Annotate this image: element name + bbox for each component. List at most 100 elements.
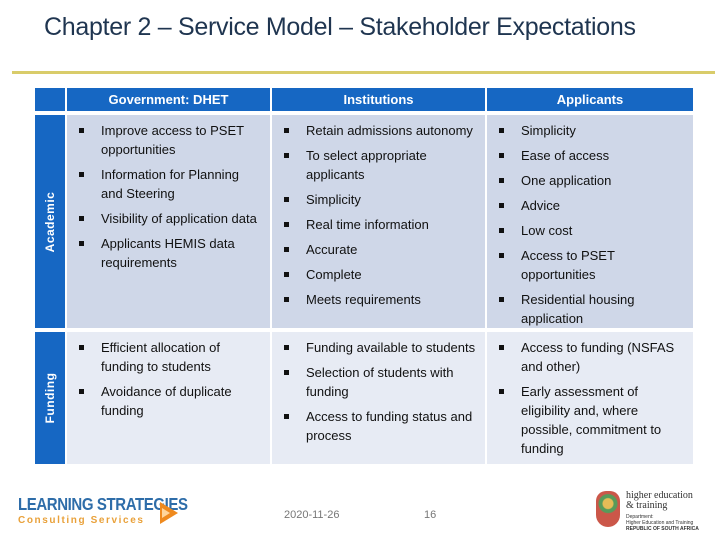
list-item: Early assessment of eligibility and, whe…	[487, 382, 687, 458]
bullet-list: Retain admissions autonomy To select appr…	[272, 121, 479, 309]
square-bullet-icon	[499, 253, 504, 258]
coat-of-arms-icon	[596, 491, 620, 527]
dhet-dept3: REPUBLIC OF SOUTH AFRICA	[626, 526, 699, 532]
square-bullet-icon	[284, 247, 289, 252]
list-item: Simplicity	[487, 121, 687, 140]
header-applicants: Applicants	[487, 88, 693, 111]
list-item-text: Complete	[306, 267, 362, 282]
bullet-list: Funding available to students Selection o…	[272, 338, 479, 445]
slide-title: Chapter 2 – Service Model – Stakeholder …	[44, 13, 636, 41]
list-item-text: Accurate	[306, 242, 358, 257]
cell-funding-institutions: Funding available to students Selection o…	[272, 332, 485, 464]
bullet-list: Access to funding (NSFAS and other) Early…	[487, 338, 687, 458]
list-item-text: Information for Planning and Steering	[101, 167, 240, 201]
list-item-text: Visibility of application data	[101, 211, 257, 226]
list-item-text: Funding available to students	[306, 340, 476, 355]
square-bullet-icon	[79, 389, 84, 394]
dhet-logo-text: higher education & training Department: …	[626, 491, 699, 533]
list-item-text: Access to PSET opportunities	[521, 248, 615, 282]
square-bullet-icon	[284, 153, 289, 158]
cell-academic-institutions: Retain admissions autonomy To select appr…	[272, 115, 485, 328]
square-bullet-icon	[284, 370, 289, 375]
list-item-text: One application	[521, 173, 612, 188]
square-bullet-icon	[79, 345, 84, 350]
list-item: Residential housing application	[487, 290, 687, 328]
list-item-text: Improve access to PSET opportunities	[101, 123, 244, 157]
slide-number: 16	[424, 509, 437, 521]
row-label-text: Funding	[43, 372, 57, 424]
cell-academic-applicants: Simplicity Ease of access One application A…	[487, 115, 693, 328]
title-underline	[12, 71, 715, 74]
header-government: Government: DHET	[67, 88, 270, 111]
square-bullet-icon	[284, 197, 289, 202]
bullet-list: Simplicity Ease of access One application A…	[487, 121, 687, 328]
square-bullet-icon	[284, 222, 289, 227]
list-item-text: Retain admissions autonomy	[306, 123, 473, 138]
list-item-text: Access to funding status and process	[306, 409, 473, 443]
square-bullet-icon	[499, 345, 504, 350]
header-institutions: Institutions	[272, 88, 485, 111]
list-item: Improve access to PSET opportunities	[67, 121, 264, 159]
list-item-text: Advice	[521, 198, 561, 213]
list-item-text: Residential housing application	[521, 292, 635, 326]
list-item: Avoidance of duplicate funding	[67, 382, 264, 420]
square-bullet-icon	[284, 345, 289, 350]
row-label-text: Academic	[43, 191, 57, 252]
row-label-funding: Funding	[35, 332, 65, 464]
list-item: Efficient allocation of funding to stude…	[67, 338, 264, 376]
list-item: Ease of access	[487, 146, 687, 165]
list-item: Selection of students with funding	[272, 363, 479, 401]
bullet-list: Efficient allocation of funding to stude…	[67, 338, 264, 420]
cell-academic-government: Improve access to PSET opportunities Info…	[67, 115, 270, 328]
square-bullet-icon	[499, 153, 504, 158]
row-label-academic: Academic	[35, 115, 65, 328]
list-item-text: Applicants HEMIS data requirements	[101, 236, 235, 270]
list-item-text: Real time information	[306, 217, 429, 232]
list-item: Information for Planning and Steering	[67, 165, 264, 203]
dhet-logo: higher education & training Department: …	[596, 491, 706, 533]
list-item-text: Low cost	[521, 223, 573, 238]
list-item-text: Selection of students with funding	[306, 365, 454, 399]
stakeholder-expectations-table: Government: DHET Institutions Applicants…	[35, 88, 693, 464]
list-item: Access to funding (NSFAS and other)	[487, 338, 687, 376]
square-bullet-icon	[284, 297, 289, 302]
list-item: Complete	[272, 265, 479, 284]
list-item-text: Early assessment of eligibility and, whe…	[521, 384, 662, 456]
cell-funding-government: Efficient allocation of funding to stude…	[67, 332, 270, 464]
square-bullet-icon	[284, 128, 289, 133]
list-item: Applicants HEMIS data requirements	[67, 234, 264, 272]
square-bullet-icon	[284, 272, 289, 277]
square-bullet-icon	[499, 203, 504, 208]
list-item-text: Avoidance of duplicate funding	[101, 384, 232, 418]
cell-funding-applicants: Access to funding (NSFAS and other) Early…	[487, 332, 693, 464]
square-bullet-icon	[499, 128, 504, 133]
square-bullet-icon	[79, 128, 84, 133]
list-item-text: Ease of access	[521, 148, 610, 163]
list-item-text: Access to funding (NSFAS and other)	[521, 340, 675, 374]
list-item: Access to PSET opportunities	[487, 246, 687, 284]
list-item: One application	[487, 171, 687, 190]
square-bullet-icon	[79, 172, 84, 177]
list-item: Real time information	[272, 215, 479, 234]
list-item-text: Meets requirements	[306, 292, 421, 307]
list-item: Low cost	[487, 221, 687, 240]
list-item: Funding available to students	[272, 338, 479, 357]
list-item: Access to funding status and process	[272, 407, 479, 445]
square-bullet-icon	[499, 389, 504, 394]
square-bullet-icon	[284, 414, 289, 419]
header-corner-cell	[35, 88, 65, 111]
list-item: Meets requirements	[272, 290, 479, 309]
list-item-text: Simplicity	[521, 123, 576, 138]
square-bullet-icon	[499, 228, 504, 233]
bullet-list: Improve access to PSET opportunities Info…	[67, 121, 264, 272]
list-item: Accurate	[272, 240, 479, 259]
list-item: Advice	[487, 196, 687, 215]
square-bullet-icon	[79, 241, 84, 246]
square-bullet-icon	[79, 216, 84, 221]
list-item: Visibility of application data	[67, 209, 264, 228]
square-bullet-icon	[499, 297, 504, 302]
list-item-text: To select appropriate applicants	[306, 148, 427, 182]
list-item: Retain admissions autonomy	[272, 121, 479, 140]
square-bullet-icon	[499, 178, 504, 183]
list-item: Simplicity	[272, 190, 479, 209]
